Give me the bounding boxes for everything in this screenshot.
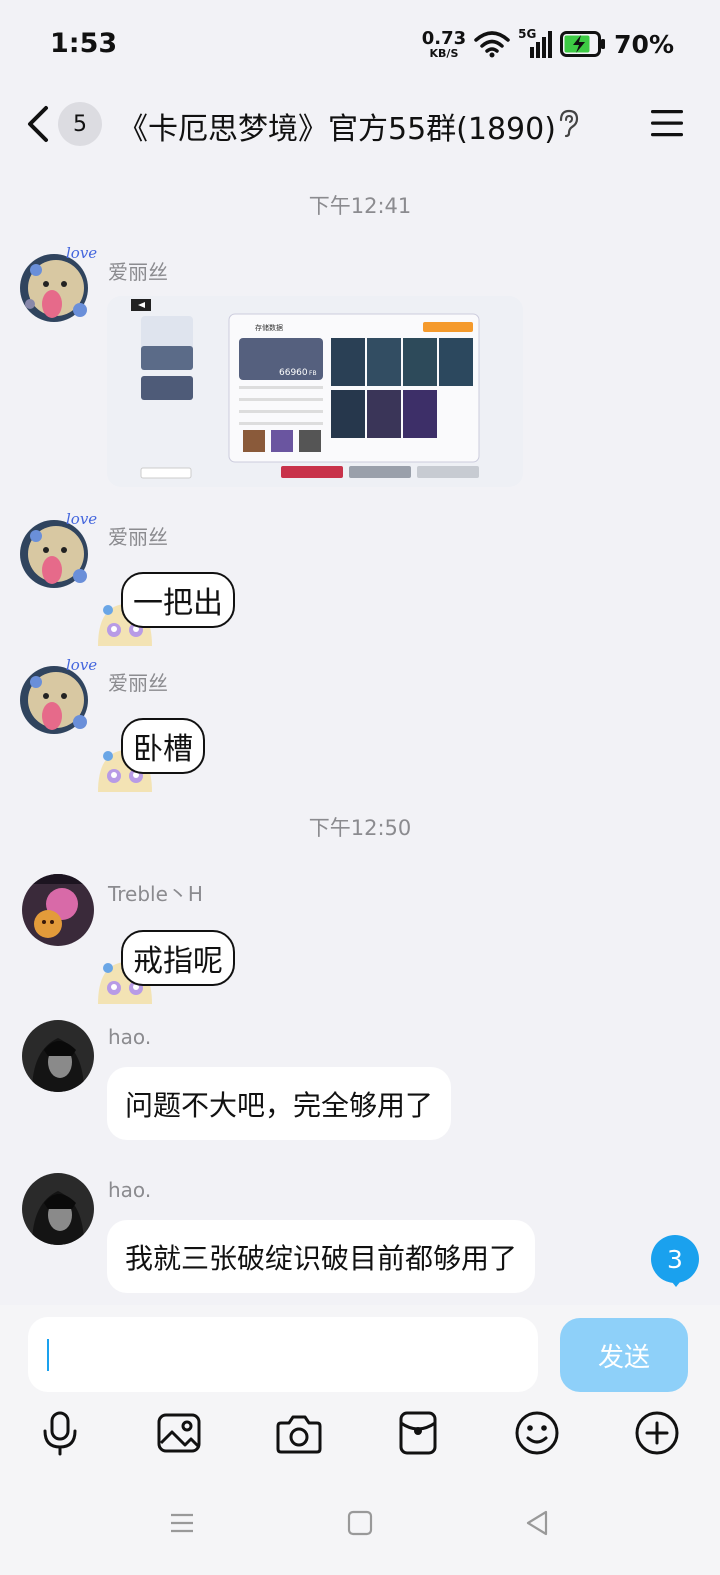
avatar[interactable]: love bbox=[16, 506, 102, 596]
timestamp: 下午12:50 bbox=[308, 816, 412, 840]
battery-percentage: 70% bbox=[614, 29, 674, 59]
status-icons: 0.73 KB/S 5G 70% bbox=[422, 26, 674, 62]
badge-tail bbox=[668, 1277, 684, 1287]
avatar-image: love bbox=[20, 656, 97, 734]
chevron-left-icon bbox=[28, 106, 48, 142]
avatar-image bbox=[22, 1020, 94, 1092]
status-time: 1:53 bbox=[50, 28, 118, 59]
avatar[interactable] bbox=[22, 1173, 94, 1245]
chat-header: 5 《卡厄思梦境》官方55群(1890) bbox=[0, 90, 720, 158]
back-nav-icon[interactable] bbox=[522, 1508, 552, 1538]
avatar-image: love bbox=[20, 244, 97, 322]
menu-icon bbox=[651, 110, 683, 137]
svg-text:love: love bbox=[66, 244, 97, 262]
network-speed-unit: KB/S bbox=[429, 46, 459, 60]
wifi-icon bbox=[474, 31, 510, 58]
microphone-icon[interactable] bbox=[36, 1409, 84, 1457]
status-bar: 1:53 0.73 KB/S 5G 70% bbox=[0, 0, 720, 90]
text-caret bbox=[47, 1339, 49, 1371]
sticker-text: 戒指呢 bbox=[121, 930, 235, 986]
image-title-text: 存储数据 bbox=[255, 323, 283, 332]
group-title[interactable]: 《卡厄思梦境》官方55群(1890) bbox=[118, 104, 556, 148]
signal-bars-icon bbox=[530, 31, 553, 58]
sender-name: Treble丶H bbox=[108, 882, 203, 906]
recent-apps-icon[interactable] bbox=[167, 1508, 197, 1538]
cellular-signal: 5G bbox=[518, 27, 553, 59]
network-speed-value: 0.73 bbox=[421, 27, 467, 49]
sender-name: hao. bbox=[108, 1025, 152, 1049]
battery-icon bbox=[560, 31, 606, 57]
sender-name: 爱丽丝 bbox=[108, 525, 168, 549]
image-stored-unit: FB bbox=[309, 370, 317, 377]
avatar[interactable]: love bbox=[16, 240, 102, 330]
sticker-text: 卧槽 bbox=[121, 718, 205, 774]
earpiece-mode-icon[interactable] bbox=[556, 108, 580, 138]
plus-icon[interactable] bbox=[633, 1409, 681, 1457]
composer-area: 发送 bbox=[0, 1305, 720, 1575]
svg-text:love: love bbox=[66, 656, 97, 674]
image-icon[interactable] bbox=[155, 1409, 203, 1457]
avatar-image bbox=[22, 1173, 94, 1245]
send-button[interactable]: 发送 bbox=[560, 1318, 688, 1392]
sticker-text: 一把出 bbox=[121, 572, 235, 628]
avatar[interactable]: love bbox=[16, 652, 102, 742]
emoji-icon[interactable] bbox=[513, 1409, 561, 1457]
image-message[interactable]: 66960 FB 存储数据 bbox=[107, 296, 523, 487]
new-messages-badge[interactable]: 3 bbox=[651, 1235, 699, 1283]
red-packet-icon[interactable] bbox=[394, 1409, 442, 1457]
back-button[interactable] bbox=[20, 100, 60, 148]
image-stored-value: 66960 bbox=[279, 368, 308, 378]
message-bubble[interactable]: 问题不大吧，完全够用了 bbox=[107, 1067, 452, 1140]
sender-name: 爱丽丝 bbox=[108, 671, 168, 695]
home-icon[interactable] bbox=[345, 1508, 375, 1538]
unread-count-badge[interactable]: 5 bbox=[58, 102, 102, 146]
avatar-image: love bbox=[20, 510, 97, 588]
message-input[interactable] bbox=[28, 1317, 538, 1392]
sender-name: 爱丽丝 bbox=[108, 260, 168, 284]
chat-menu-button[interactable] bbox=[648, 104, 686, 142]
timestamp: 下午12:41 bbox=[308, 194, 412, 218]
game-screenshot-thumbnail: 66960 FB 存储数据 bbox=[107, 296, 523, 487]
svg-text:love: love bbox=[66, 510, 97, 528]
avatar[interactable] bbox=[22, 1020, 94, 1092]
message-bubble[interactable]: 我就三张破绽识破目前都够用了 bbox=[107, 1220, 536, 1293]
avatar[interactable] bbox=[22, 874, 94, 946]
network-speed: 0.73 KB/S bbox=[421, 27, 467, 60]
camera-icon[interactable] bbox=[275, 1409, 323, 1457]
sender-name: hao. bbox=[108, 1178, 152, 1202]
avatar-image bbox=[22, 874, 94, 946]
